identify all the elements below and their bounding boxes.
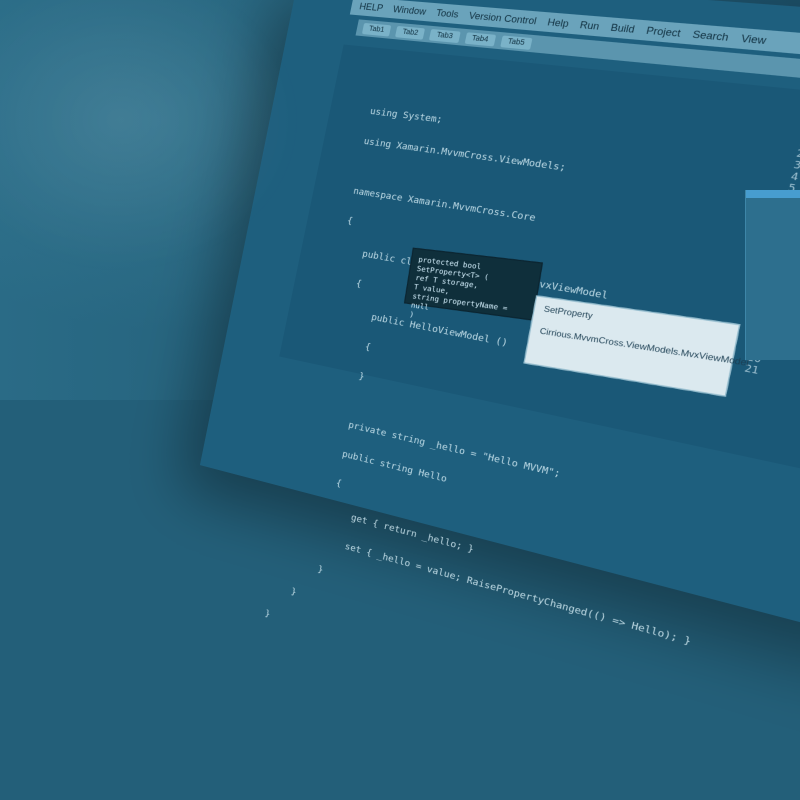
selected-row-highlight <box>746 190 800 198</box>
menu-item[interactable]: Project <box>645 25 682 39</box>
tab[interactable]: Tab3 <box>429 28 461 43</box>
menu-item[interactable]: Help <box>546 17 569 30</box>
menu-item[interactable]: HELP <box>359 1 385 13</box>
menu-item[interactable]: Run <box>579 19 601 31</box>
menu-item[interactable]: View <box>740 33 768 47</box>
tab[interactable]: Tab5 <box>500 34 533 50</box>
tab[interactable]: Tab2 <box>395 25 426 40</box>
menu-item[interactable]: Window <box>392 4 427 17</box>
tab[interactable]: Tab4 <box>464 31 497 46</box>
menu-item[interactable]: Tools <box>435 7 459 19</box>
tab[interactable]: Tab1 <box>361 22 392 37</box>
menu-item[interactable]: Build <box>610 22 636 35</box>
code-line: } <box>269 581 298 599</box>
side-panel <box>745 190 800 360</box>
menu-item[interactable]: Version Control <box>468 10 538 26</box>
code-line: using System; <box>368 106 444 126</box>
code-line: } <box>263 609 271 620</box>
code-line: using Xamarin.MvvmCross.ViewModels; <box>362 136 567 174</box>
menu-item[interactable]: Search <box>692 29 730 43</box>
monitor-screen: HELP Window Tools Version Control Help R… <box>199 0 800 653</box>
code-editor[interactable]: 1 2 3 4 5 6 7 8 9 10 11 12 13 14 15 16 1… <box>264 44 800 648</box>
